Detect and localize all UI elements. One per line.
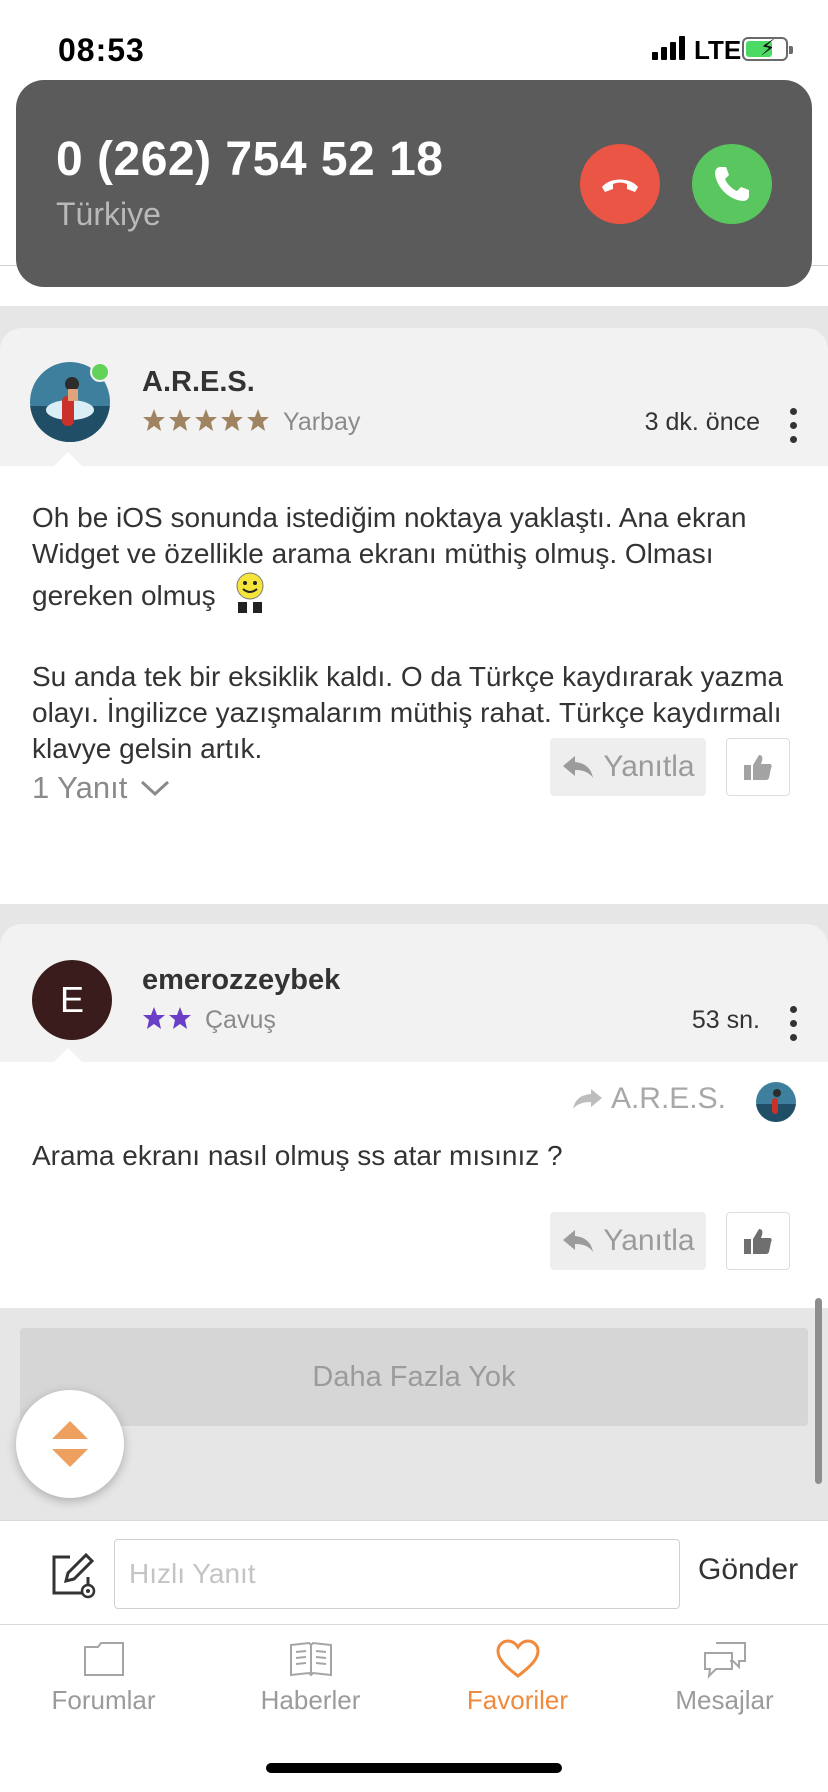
- post-paragraph: Oh be iOS sonunda istediğim noktaya yakl…: [32, 502, 747, 611]
- incoming-call-banner[interactable]: 0 (262) 754 52 18 Türkiye: [16, 80, 812, 287]
- online-indicator: [90, 362, 110, 382]
- star-icon: [169, 409, 191, 431]
- comment-header: E emerozzeybek Çavuş 53 sn.: [0, 924, 828, 1062]
- more-options-icon[interactable]: [790, 408, 798, 443]
- quoted-author: A.R.E.S.: [610, 1082, 726, 1115]
- compose-settings-icon[interactable]: [48, 1551, 96, 1599]
- no-more-content-label: Daha Fazla Yok: [20, 1328, 808, 1426]
- caret-up-icon: [52, 1421, 88, 1439]
- more-options-icon[interactable]: [790, 1006, 798, 1041]
- reply-label: Yanıtla: [603, 750, 695, 783]
- post-text: Arama ekranı nasıl olmuş ss atar mısınız…: [32, 1140, 563, 1171]
- replies-toggle[interactable]: 1 Yanıt: [32, 770, 171, 806]
- like-button[interactable]: [726, 738, 790, 796]
- avatar-letter: E: [59, 979, 84, 1020]
- folder-icon: [83, 1642, 124, 1676]
- signal-strength-icon: [652, 36, 686, 60]
- heart-icon: [495, 1639, 540, 1678]
- user-rank: Çavuş: [205, 1006, 276, 1034]
- newspaper-icon: [289, 1641, 332, 1677]
- home-indicator: [266, 1763, 562, 1773]
- rating-stars: [142, 1006, 192, 1030]
- status-time: 08:53: [58, 32, 145, 68]
- star-icon: [143, 1007, 165, 1029]
- user-rank: Yarbay: [283, 408, 361, 436]
- chevron-down-icon: [141, 780, 170, 797]
- smiley-icon: [233, 572, 267, 623]
- caret-down-icon: [52, 1449, 88, 1467]
- quick-reply-bar: Gönder: [0, 1520, 828, 1624]
- quoted-reply-reference[interactable]: A.R.E.S.: [571, 1082, 726, 1116]
- star-icon: [195, 409, 217, 431]
- star-icon: [221, 409, 243, 431]
- caller-country: Türkiye: [56, 196, 161, 232]
- decline-call-button[interactable]: [580, 144, 660, 224]
- tab-favoriler[interactable]: Favoriler: [414, 1639, 621, 1716]
- reply-arrow-icon: [563, 1230, 594, 1252]
- post-time: 53 sn.: [691, 1006, 760, 1034]
- reply-arrow-icon: [563, 756, 594, 778]
- comment-header: A.R.E.S. Yarbay 3 dk. önce: [0, 328, 828, 466]
- quoted-author-avatar: [756, 1082, 796, 1122]
- phone-icon: [715, 167, 749, 201]
- tab-label: Haberler: [260, 1685, 361, 1715]
- thumbs-up-icon: [744, 1229, 772, 1254]
- tab-label: Forumlar: [51, 1685, 156, 1715]
- star-icon: [247, 409, 269, 431]
- comment-body: A.R.E.S. Arama ekranı nasıl olmuş ss ata…: [0, 1062, 828, 1308]
- network-type: LTE: [694, 35, 742, 65]
- forward-arrow-icon: [572, 1089, 602, 1109]
- tab-haberler[interactable]: Haberler: [207, 1639, 414, 1716]
- replies-count: 1 Yanıt: [32, 770, 128, 805]
- reply-button[interactable]: Yanıtla: [550, 1212, 706, 1270]
- bubble-pointer: [54, 1048, 82, 1062]
- battery-charging-icon: ⚡: [742, 36, 793, 61]
- star-icon: [143, 409, 165, 431]
- tab-label: Favoriler: [466, 1685, 569, 1715]
- status-bar: 08:53 LTE ⚡: [0, 0, 828, 90]
- tab-label: Mesajlar: [675, 1685, 774, 1715]
- post-time: 3 dk. önce: [644, 408, 760, 436]
- send-button[interactable]: Gönder: [698, 1553, 798, 1587]
- chat-bubbles-icon: [703, 1642, 746, 1679]
- comment-card: A.R.E.S. Yarbay 3 dk. önce Oh be iOS son…: [0, 328, 828, 904]
- rating-stars: [142, 408, 270, 432]
- avatar[interactable]: E: [32, 960, 112, 1040]
- reply-button[interactable]: Yanıtla: [550, 738, 706, 796]
- comment-card: E emerozzeybek Çavuş 53 sn. A.R.E.S. Ara…: [0, 924, 828, 1308]
- hang-up-icon: [602, 179, 638, 192]
- bubble-pointer: [54, 452, 82, 466]
- author-name[interactable]: emerozzeybek: [142, 964, 340, 997]
- author-name[interactable]: A.R.E.S.: [142, 366, 255, 399]
- scroll-toggle-button[interactable]: [16, 1390, 124, 1498]
- tab-forumlar[interactable]: Forumlar: [0, 1639, 207, 1716]
- accept-call-button[interactable]: [692, 144, 772, 224]
- caller-number: 0 (262) 754 52 18: [56, 133, 444, 186]
- star-icon: [169, 1007, 191, 1029]
- like-button[interactable]: [726, 1212, 790, 1270]
- tab-mesajlar[interactable]: Mesajlar: [621, 1639, 828, 1716]
- scrollbar[interactable]: [815, 1298, 822, 1484]
- post-text: Oh be iOS sonunda istediğim noktaya yakl…: [32, 500, 792, 767]
- reply-label: Yanıtla: [603, 1224, 695, 1257]
- thumbs-up-icon: [744, 755, 772, 780]
- quick-reply-input[interactable]: [114, 1539, 680, 1609]
- comment-body: Oh be iOS sonunda istediğim noktaya yakl…: [0, 466, 828, 904]
